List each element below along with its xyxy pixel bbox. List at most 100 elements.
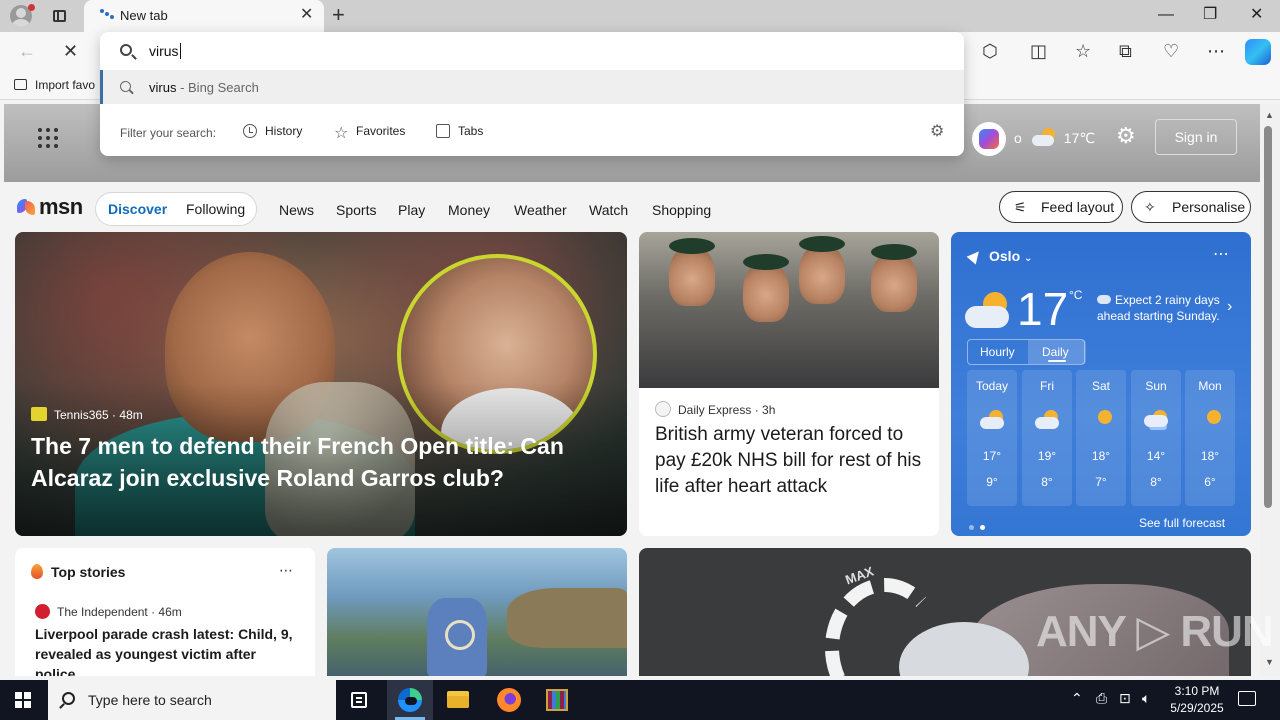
personalise-button[interactable]: ✧ Personalise: [1131, 191, 1251, 223]
chevron-right-icon[interactable]: ›: [1227, 298, 1232, 316]
copilot-icon: [979, 129, 999, 149]
forecast-day[interactable]: Mon 18° 6°: [1185, 370, 1235, 506]
browser-essentials-icon[interactable]: ♡: [1163, 40, 1179, 62]
feed-switcher: Discover Following: [95, 192, 257, 226]
tab-discover[interactable]: Discover: [108, 201, 167, 217]
forecast-day[interactable]: Today 17° 9°: [967, 370, 1017, 506]
nav-play[interactable]: Play: [398, 202, 425, 218]
address-bar[interactable]: virus: [100, 32, 964, 70]
story-source: The Independent · 46m: [35, 604, 182, 619]
system-clock[interactable]: 3:10 PM 5/29/2025: [1162, 683, 1232, 717]
tab-title: New tab: [120, 8, 168, 23]
page-settings-icon[interactable]: ⚙: [1116, 123, 1136, 149]
partly-cloudy-icon: [980, 410, 1006, 430]
rain-cloud-icon: [1097, 295, 1111, 304]
restore-button[interactable]: ❐: [1203, 5, 1217, 25]
nav-sports[interactable]: Sports: [336, 202, 376, 218]
suggestion-bing-search[interactable]: virus - Bing Search: [100, 70, 964, 104]
favorites-icon[interactable]: ☆: [1075, 40, 1091, 62]
minimize-button[interactable]: —: [1158, 5, 1174, 25]
story-card[interactable]: Daily Express · 3h British army veteran …: [639, 232, 939, 536]
story-source: Daily Express · 3h: [655, 401, 775, 417]
close-window-button[interactable]: ✕: [1250, 5, 1263, 25]
collections-icon[interactable]: ⧉: [1119, 40, 1132, 62]
split-screen-icon[interactable]: ◫: [1030, 40, 1047, 62]
back-button[interactable]: ←: [18, 40, 36, 62]
nav-money[interactable]: Money: [448, 202, 490, 218]
volume-icon[interactable]: 🔈︎: [1142, 690, 1150, 707]
stop-loading-button[interactable]: ✕: [63, 40, 78, 62]
msn-butterfly-icon: [17, 197, 37, 217]
edge-icon: [398, 688, 422, 712]
forecast-day[interactable]: Sun 14° 8°: [1131, 370, 1181, 506]
app-launcher-icon[interactable]: [38, 128, 58, 148]
weather-card[interactable]: Oslo ⌄ ⋯ 17 °C Expect 2 rainy days ahead…: [951, 232, 1251, 536]
task-view-icon: [351, 692, 367, 708]
weather-summary[interactable]: o 17℃: [1014, 128, 1095, 147]
toggle-daily[interactable]: Daily: [1042, 345, 1069, 359]
tab-new-tab[interactable]: New tab ✕: [84, 0, 324, 32]
more-options-icon[interactable]: ⋯: [1213, 244, 1229, 264]
filter-favorites-button[interactable]: ☆ Favorites: [334, 124, 405, 142]
new-tab-button[interactable]: +: [332, 4, 345, 26]
taskbar-edge[interactable]: [387, 680, 433, 720]
scrollbar-thumb[interactable]: [1264, 126, 1272, 508]
taskbar-search-placeholder: Type here to search: [88, 692, 212, 708]
taskbar-firefox[interactable]: [486, 680, 532, 720]
notification-icon[interactable]: [1238, 691, 1256, 706]
scroll-up-icon[interactable]: ▲: [1265, 110, 1274, 120]
nav-watch[interactable]: Watch: [589, 202, 628, 218]
carousel-dots[interactable]: [969, 517, 991, 535]
see-full-forecast-link[interactable]: See full forecast: [1139, 516, 1225, 530]
settings-more-icon[interactable]: ⋯: [1207, 40, 1225, 62]
feed-layout-button[interactable]: ⚟ Feed layout: [999, 191, 1123, 223]
clock-time: 3:10 PM: [1174, 684, 1220, 698]
taskbar-file-explorer[interactable]: [435, 680, 481, 720]
nav-weather[interactable]: Weather: [514, 202, 567, 218]
forecast-day[interactable]: Sat 18° 7°: [1076, 370, 1126, 506]
address-input[interactable]: virus: [149, 43, 181, 59]
sunny-icon: [1198, 410, 1224, 430]
network-icon[interactable]: ⊡: [1119, 690, 1131, 707]
gear-icon[interactable]: ⚙: [930, 124, 944, 140]
task-view-button[interactable]: [336, 680, 382, 720]
tab-following[interactable]: Following: [186, 201, 245, 217]
extensions-icon[interactable]: ⬡: [982, 40, 998, 62]
copilot-button[interactable]: [972, 122, 1006, 156]
taskbar-winrar[interactable]: [534, 680, 580, 720]
story-headline[interactable]: British army veteran forced to pay £20k …: [655, 422, 925, 500]
chevron-up-icon[interactable]: ⌃: [1071, 690, 1083, 707]
hero-headline[interactable]: The 7 men to defend their French Open ti…: [31, 430, 611, 494]
taskbar-search-box[interactable]: Type here to search: [48, 680, 336, 720]
sign-in-button[interactable]: Sign in: [1155, 119, 1237, 155]
game-promo-card[interactable]: [327, 548, 627, 676]
island-image: [507, 588, 627, 648]
top-story-headline[interactable]: Liverpool parade crash latest: Child, 9,…: [35, 624, 305, 676]
nav-shopping[interactable]: Shopping: [652, 202, 711, 218]
hero-story-card[interactable]: Tennis365 · 48m The 7 men to defend thei…: [15, 232, 627, 536]
start-button[interactable]: [15, 692, 31, 708]
tab-close-icon[interactable]: ✕: [300, 7, 313, 23]
chevron-down-icon: ⌄: [1024, 253, 1033, 264]
scroll-down-icon[interactable]: ▼: [1265, 657, 1274, 667]
forecast-day[interactable]: Fri 19° 8°: [1022, 370, 1072, 506]
more-options-icon[interactable]: ⋯: [279, 562, 293, 579]
msn-logo[interactable]: msn: [17, 194, 83, 220]
device-icon[interactable]: ⎙: [1096, 690, 1107, 707]
page-scrollbar[interactable]: ▲ ▼: [1260, 104, 1280, 676]
filter-history-button[interactable]: History: [243, 124, 302, 138]
import-favorites-link[interactable]: Import favo: [14, 78, 95, 92]
tab-actions-icon[interactable]: [50, 7, 70, 25]
sliders-icon: ⚟: [1014, 199, 1027, 215]
copilot-sidebar-icon[interactable]: [1245, 39, 1271, 65]
weather-alert[interactable]: Expect 2 rainy days ahead starting Sunda…: [1097, 292, 1225, 324]
search-icon: [62, 692, 75, 705]
filter-tabs-button[interactable]: Tabs: [436, 124, 483, 138]
toggle-hourly[interactable]: Hourly: [980, 345, 1015, 359]
sunny-icon: [1089, 410, 1115, 430]
weather-location[interactable]: Oslo ⌄: [966, 247, 1033, 265]
nav-news[interactable]: News: [279, 202, 314, 218]
independent-logo-icon: [35, 604, 50, 619]
anyrun-watermark: ANY ▷ RUN: [1036, 607, 1274, 656]
top-stories-title: Top stories: [31, 564, 125, 580]
